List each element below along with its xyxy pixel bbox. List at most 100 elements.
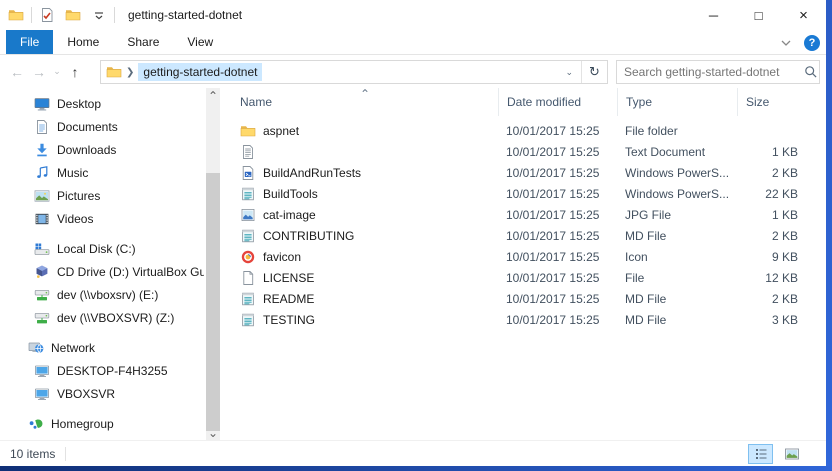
- file-type: MD File: [617, 292, 737, 306]
- file-size: 9 KB: [737, 250, 810, 264]
- items-count: 10 items: [10, 447, 55, 461]
- sidebar-item-homegroup[interactable]: Homegroup: [0, 412, 204, 435]
- sidebar-item-label: Documents: [57, 120, 118, 134]
- videos-icon: [34, 211, 50, 227]
- sidebar-item-desktop-f4h3255[interactable]: DESKTOP-F4H3255: [0, 359, 204, 382]
- sidebar-item-dev-vboxsrv-e[interactable]: dev (\\vboxsrv) (E:): [0, 283, 204, 306]
- sidebar-item-downloads[interactable]: Downloads: [0, 138, 204, 161]
- breadcrumb-current-folder[interactable]: getting-started-dotnet: [138, 63, 262, 81]
- column-header-size[interactable]: Size: [737, 88, 810, 116]
- desktop-icon: [34, 96, 50, 112]
- file-date-modified: 10/01/2017 15:25: [498, 271, 617, 285]
- network-drive-icon: [34, 310, 50, 326]
- tab-share[interactable]: Share: [113, 30, 173, 54]
- file-row-buildtools[interactable]: BuildTools10/01/2017 15:25Windows PowerS…: [230, 183, 826, 204]
- column-header-date-modified[interactable]: Date modified: [498, 88, 617, 116]
- recent-locations-chevron-icon[interactable]: ⌄: [50, 61, 64, 83]
- search-input[interactable]: [624, 65, 803, 79]
- sidebar-item-cd-drive-d-virtualbox-guest[interactable]: CD Drive (D:) VirtualBox Guest: [0, 260, 204, 283]
- sidebar-item-label: DESKTOP-F4H3255: [57, 364, 168, 378]
- forward-button[interactable]: →: [28, 61, 50, 83]
- scroll-up-icon[interactable]: ⌃: [206, 88, 220, 103]
- search-box[interactable]: [616, 60, 820, 84]
- file-row-aspnet[interactable]: aspnet10/01/2017 15:25File folder: [230, 120, 826, 141]
- music-icon: [34, 165, 50, 181]
- file-type: Text Document: [617, 145, 737, 159]
- file-name: README: [263, 292, 314, 306]
- computer-icon: [34, 363, 50, 379]
- refresh-icon[interactable]: ↻: [581, 61, 607, 83]
- sidebar-item-documents[interactable]: Documents: [0, 115, 204, 138]
- close-button[interactable]: ×: [781, 0, 826, 30]
- help-icon[interactable]: ?: [804, 35, 820, 51]
- tab-file[interactable]: File: [6, 30, 53, 54]
- column-header-type[interactable]: Type: [617, 88, 737, 116]
- sidebar-item-label: dev (\\vboxsrv) (E:): [57, 288, 158, 302]
- file-name: cat-image: [263, 208, 316, 222]
- new-folder-icon[interactable]: [65, 7, 81, 23]
- file-row-readme[interactable]: README10/01/2017 15:25MD File2 KB: [230, 288, 826, 309]
- minimize-button[interactable]: ─: [691, 0, 736, 30]
- scrollbar-thumb[interactable]: [206, 173, 220, 431]
- sidebar-item-vboxsvr[interactable]: VBOXSVR: [0, 382, 204, 405]
- customize-qat-arrow-icon[interactable]: [91, 7, 107, 23]
- scroll-down-icon[interactable]: ⌄: [206, 425, 220, 440]
- file-row-contributing[interactable]: CONTRIBUTING10/01/2017 15:25MD File2 KB: [230, 225, 826, 246]
- thumbnails-view-icon: [784, 446, 800, 462]
- sidebar-item-label: VBOXSVR: [57, 387, 115, 401]
- sidebar-item-videos[interactable]: Videos: [0, 207, 204, 230]
- sidebar-item-dev-vboxsvr-z[interactable]: dev (\\VBOXSVR) (Z:): [0, 306, 204, 329]
- network-drive-icon: [34, 287, 50, 303]
- file-name: LICENSE: [263, 271, 314, 285]
- file-row-buildandruntests[interactable]: BuildAndRunTests10/01/2017 15:25Windows …: [230, 162, 826, 183]
- network-icon: [28, 340, 44, 356]
- cd-drive-icon: [34, 264, 50, 280]
- properties-icon[interactable]: [39, 7, 55, 23]
- sidebar-item-network[interactable]: Network: [0, 336, 204, 359]
- sidebar-scrollbar[interactable]: ⌃ ⌄: [206, 88, 220, 440]
- desktop-edge-bottom: [0, 466, 832, 471]
- pictures-icon: [34, 188, 50, 204]
- homegroup-icon: [28, 416, 44, 432]
- sidebar-item-pictures[interactable]: Pictures: [0, 184, 204, 207]
- file-row[interactable]: 10/01/2017 15:25Text Document1 KB: [230, 141, 826, 162]
- file-row-cat-image[interactable]: cat-image10/01/2017 15:25JPG File1 KB: [230, 204, 826, 225]
- sidebar-item-label: Downloads: [57, 143, 116, 157]
- notebook-icon: [240, 291, 256, 307]
- file-row-testing[interactable]: TESTING10/01/2017 15:25MD File3 KB: [230, 309, 826, 330]
- sidebar-item-local-disk-c[interactable]: Local Disk (C:): [0, 237, 204, 260]
- tab-home[interactable]: Home: [53, 30, 113, 54]
- address-dropdown-chevron-icon[interactable]: ⌄: [557, 67, 581, 78]
- sidebar-item-desktop[interactable]: Desktop: [0, 92, 204, 115]
- tab-view[interactable]: View: [173, 30, 227, 54]
- sidebar-item-label: Local Disk (C:): [57, 242, 136, 256]
- search-icon[interactable]: [803, 64, 819, 80]
- explorer-folder-icon: [8, 7, 24, 23]
- folder-icon: [240, 123, 256, 139]
- address-bar[interactable]: ❯ getting-started-dotnet ⌄ ↻: [100, 60, 608, 84]
- file-row-favicon[interactable]: favicon10/01/2017 15:25Icon9 KB: [230, 246, 826, 267]
- file-type: MD File: [617, 229, 737, 243]
- downloads-icon: [34, 142, 50, 158]
- file-type: Icon: [617, 250, 737, 264]
- file-date-modified: 10/01/2017 15:25: [498, 250, 617, 264]
- file-date-modified: 10/01/2017 15:25: [498, 166, 617, 180]
- thumbnails-view-button[interactable]: [779, 444, 804, 464]
- maximize-button[interactable]: □: [736, 0, 781, 30]
- file-type: Windows PowerS...: [617, 187, 737, 201]
- file-type: Windows PowerS...: [617, 166, 737, 180]
- documents-icon: [34, 119, 50, 135]
- file-row-license[interactable]: LICENSE10/01/2017 15:25File12 KB: [230, 267, 826, 288]
- minimize-ribbon-chevron-icon[interactable]: [778, 35, 794, 51]
- file-size: 2 KB: [737, 292, 810, 306]
- notebook-icon: [240, 312, 256, 328]
- up-button[interactable]: ↑: [64, 61, 86, 83]
- back-button[interactable]: ←: [6, 61, 28, 83]
- file-type: File folder: [617, 124, 737, 138]
- file-list-pane: ⌃ Name Date modified Type Size aspnet10/…: [230, 88, 826, 440]
- details-view-button[interactable]: [748, 444, 773, 464]
- status-bar: 10 items: [0, 440, 826, 466]
- file-date-modified: 10/01/2017 15:25: [498, 187, 617, 201]
- sidebar-item-music[interactable]: Music: [0, 161, 204, 184]
- breadcrumb-chevron-icon[interactable]: ❯: [126, 67, 134, 78]
